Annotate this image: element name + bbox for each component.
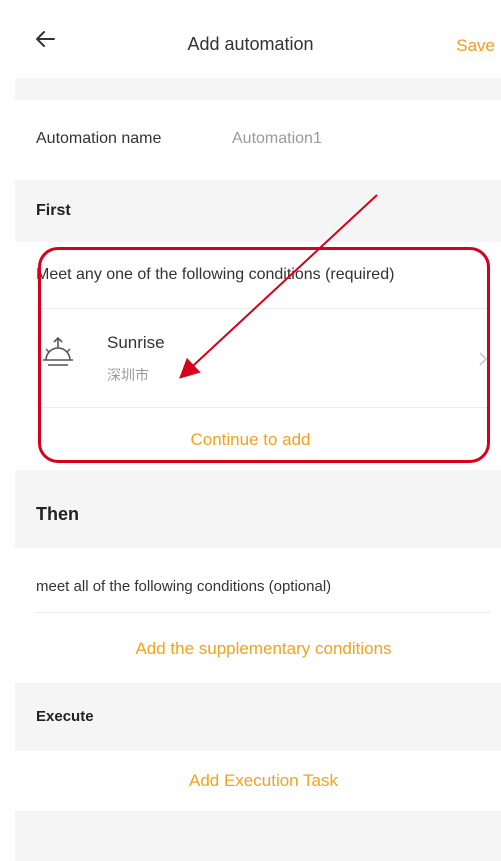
execute-section-title: Execute — [36, 708, 94, 725]
execute-section-header: Execute — [15, 683, 501, 751]
then-section-title: Then — [36, 504, 79, 524]
add-supplementary-button[interactable]: Add the supplementary conditions — [0, 639, 501, 659]
then-section-header: Then — [15, 470, 501, 548]
add-supplementary-row: Add the supplementary conditions — [0, 613, 501, 683]
then-rule-text: meet all of the following conditions (op… — [36, 578, 332, 595]
add-execution-task-button[interactable]: Add Execution Task — [0, 771, 501, 791]
bottom-spacer — [15, 811, 501, 861]
add-execution-row: Add Execution Task — [0, 751, 501, 811]
then-condition-rule[interactable]: meet all of the following conditions (op… — [0, 548, 501, 612]
